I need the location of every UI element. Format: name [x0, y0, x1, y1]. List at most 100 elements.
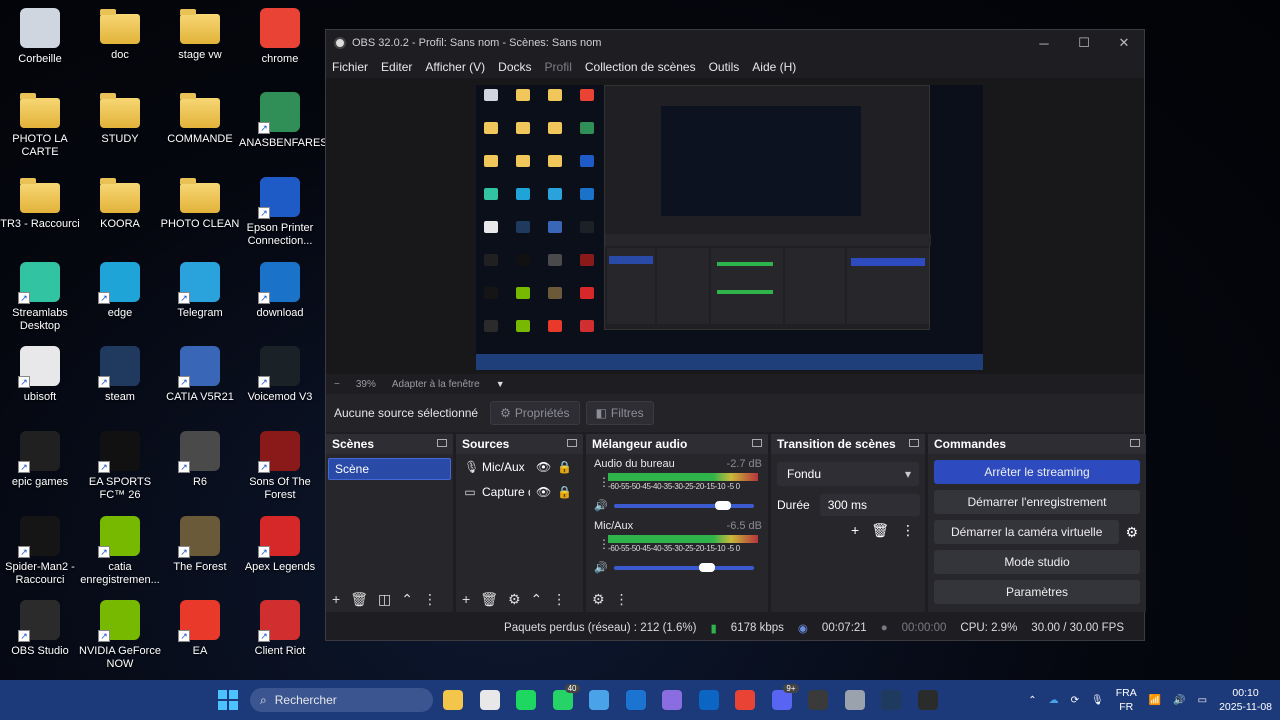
desktop-icon[interactable]: ↗ EA — [160, 594, 240, 678]
microphone-icon[interactable]: 🎙 — [1091, 695, 1104, 706]
taskbar-search[interactable]: ⌕ Rechercher — [250, 688, 433, 712]
move-up-icon[interactable]: ⌃ — [531, 591, 543, 608]
desktop-icon[interactable]: chrome — [240, 2, 320, 86]
volume-icon[interactable]: 🔊 — [1173, 695, 1185, 706]
trash-icon[interactable]: 🗑 — [350, 591, 368, 608]
menu-editer[interactable]: Editer — [381, 60, 412, 74]
trash-icon[interactable]: 🗑 — [871, 522, 889, 539]
desktop-icon[interactable]: TR3 - Raccourci — [0, 171, 80, 255]
speaker-icon[interactable]: 🔊 — [594, 561, 608, 574]
desktop-icon[interactable]: doc — [80, 2, 160, 86]
desktop-icon[interactable]: ↗ ubisoft — [0, 340, 80, 424]
desktop-icon[interactable]: ↗ Streamlabs Desktop — [0, 256, 80, 340]
volume-slider[interactable] — [613, 562, 754, 572]
title-bar[interactable]: OBS 32.0.2 - Profil: Sans nom - Scènes: … — [326, 30, 1144, 56]
source-item-mic[interactable]: 🎙 Mic/Aux 👁 🔒 — [456, 454, 583, 479]
start-virtual-camera-button[interactable]: Démarrer la caméra virtuelle — [934, 520, 1120, 544]
outlook-icon[interactable] — [625, 690, 646, 710]
undock-icon[interactable] — [752, 439, 762, 447]
mixer-settings-icon[interactable]: ⚙ — [592, 591, 605, 608]
desktop-icon[interactable]: ↗ Voicemod V3 — [240, 340, 320, 424]
desktop-icon[interactable]: ↗ ANASBENFARES — [239, 86, 328, 170]
fit-to-window-button[interactable]: Adapter à la fenêtre — [392, 379, 480, 390]
desktop-icon[interactable]: ↗ OBS Studio — [0, 594, 80, 678]
desktop-icon[interactable]: ↗ download — [240, 256, 320, 340]
windows-start-icon[interactable] — [218, 690, 238, 710]
gamepad-icon[interactable] — [662, 690, 682, 710]
desktop-icon[interactable]: ↗ Sons Of The Forest — [240, 425, 320, 509]
preview-canvas[interactable] — [326, 78, 1144, 374]
duration-input[interactable]: 300 ms — [819, 494, 920, 516]
steam-icon[interactable] — [881, 690, 901, 710]
desktop-icon[interactable]: Corbeille — [0, 2, 80, 86]
more-icon[interactable]: ⋮ — [423, 591, 437, 608]
more-icon[interactable]: ⋮ — [901, 522, 915, 539]
settings-icon[interactable] — [844, 690, 865, 710]
transition-select[interactable]: Fondu — [777, 462, 919, 486]
scene-item[interactable]: Scène — [328, 458, 451, 480]
trash-icon[interactable]: 🗑 — [480, 591, 498, 608]
menu-outils[interactable]: Outils — [709, 60, 740, 74]
onedrive-icon[interactable]: ☁ — [1049, 695, 1059, 706]
sync-icon[interactable]: ⟳ — [1071, 695, 1079, 706]
game-app-icon[interactable] — [917, 690, 938, 710]
desktop-icon[interactable]: ↗ catia enregistremen... — [80, 510, 160, 594]
undock-icon[interactable] — [909, 439, 919, 447]
linkedin-icon[interactable] — [698, 690, 719, 710]
maximize-icon[interactable]: ☐ — [1064, 30, 1104, 56]
undock-icon[interactable] — [437, 439, 447, 447]
desktop-icon[interactable]: PHOTO LA CARTE — [0, 86, 80, 170]
desktop-icon[interactable]: ↗ edge — [80, 256, 160, 340]
desktop-icon[interactable]: ↗ CATIA V5R21 — [160, 340, 240, 424]
properties-button[interactable]: ⚙ Propriétés — [490, 401, 580, 425]
start-recording-button[interactable]: Démarrer l'enregistrement — [934, 490, 1140, 514]
menu-fichier[interactable]: Fichier — [332, 60, 368, 74]
desktop-icon[interactable]: PHOTO CLEAN — [160, 171, 240, 255]
chevron-up-icon[interactable]: ⌃ — [1028, 695, 1036, 706]
volume-slider[interactable] — [613, 500, 754, 510]
add-icon[interactable]: + — [332, 591, 340, 607]
source-item-capture[interactable]: ▭ Capture d 👁 🔒 — [456, 479, 583, 504]
language-indicator[interactable]: FRA FR — [1116, 686, 1137, 714]
menu-aide[interactable]: Aide (H) — [752, 60, 796, 74]
more-icon[interactable]: ⋮ — [552, 591, 566, 608]
desktop-icon[interactable]: ↗ Spider-Man2 - Raccourci — [0, 510, 80, 594]
desktop-icon[interactable]: ↗ epic games — [0, 425, 80, 509]
desktop-icon[interactable]: ↗ Apex Legends — [240, 510, 320, 594]
photos-icon[interactable] — [589, 690, 609, 710]
add-icon[interactable]: + — [462, 591, 470, 607]
zoom-out-button[interactable]: − — [334, 379, 340, 390]
studio-mode-button[interactable]: Mode studio — [934, 550, 1140, 574]
whatsapp-icon[interactable]: 40 — [552, 684, 580, 710]
chevron-down-icon[interactable]: ▼ — [496, 379, 505, 389]
undock-icon[interactable] — [1130, 439, 1140, 447]
menu-afficher[interactable]: Afficher (V) — [425, 60, 485, 74]
desktop-icon[interactable]: ↗ NVIDIA GeForce NOW — [79, 594, 161, 678]
desktop-icon[interactable]: ↗ Epson Printer Connection... — [240, 171, 320, 255]
chrome-icon[interactable] — [735, 690, 755, 710]
desktop-icon[interactable]: ↗ EA SPORTS FC™ 26 — [80, 425, 160, 509]
eye-icon[interactable]: 👁 — [536, 485, 551, 499]
desktop-icon[interactable]: ↗ R6 — [160, 425, 240, 509]
close-icon[interactable]: ✕ — [1104, 30, 1144, 56]
speaker-icon[interactable]: 🔊 — [594, 499, 608, 512]
menu-collection-scenes[interactable]: Collection de scènes — [585, 60, 696, 74]
file-explorer-icon[interactable] — [443, 690, 463, 710]
menu-docks[interactable]: Docks — [498, 60, 531, 74]
desktop-icon[interactable]: STUDY — [80, 86, 160, 170]
desktop-icon[interactable]: ↗ steam — [80, 340, 160, 424]
discord-icon[interactable]: 9+ — [771, 684, 799, 710]
obs-taskbar-icon[interactable] — [808, 690, 828, 710]
desktop-icon[interactable]: ↗ Client Riot — [240, 594, 320, 678]
lock-icon[interactable]: 🔒 — [557, 485, 572, 499]
settings-button[interactable]: Paramètres — [934, 580, 1140, 604]
minimize-icon[interactable]: ─ — [1024, 30, 1064, 56]
volume-knob[interactable] — [698, 562, 715, 572]
clock[interactable]: 00:10 2025-11-08 — [1219, 686, 1272, 714]
filters-button[interactable]: ◧ Filtres — [585, 401, 654, 425]
desktop-icon[interactable]: ↗ The Forest — [160, 510, 240, 594]
volume-knob[interactable] — [715, 500, 732, 510]
desktop-icon[interactable]: ↗ Telegram — [160, 256, 240, 340]
add-icon[interactable]: + — [851, 522, 859, 539]
spotify-icon[interactable] — [516, 690, 536, 710]
